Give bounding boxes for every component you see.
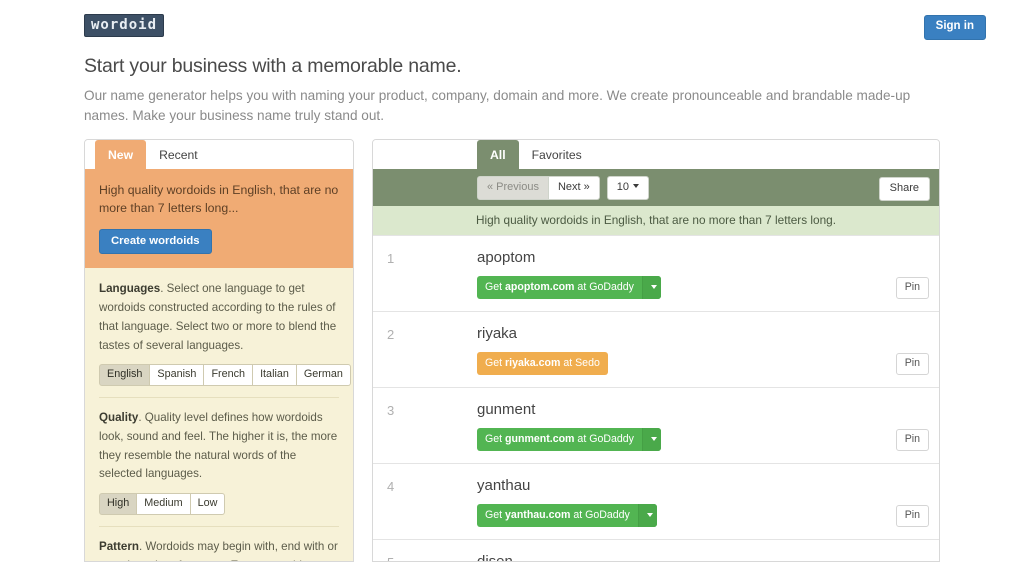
offer-dropdown-toggle[interactable]	[641, 427, 661, 451]
page-subtitle: Our name generator helps you with naming…	[84, 88, 911, 124]
languages-title: Languages	[99, 282, 161, 296]
table-row: 2 riyaka Get riyaka.com at Sedo Pin	[373, 312, 939, 388]
result-word: apoptom	[477, 249, 536, 266]
page-title: Start your business with a memorable nam…	[84, 55, 462, 77]
table-row: 3 gunment Get gunment.com at GoDaddy Pin	[373, 388, 939, 464]
pin-button[interactable]: Pin	[895, 353, 929, 375]
sign-in-button[interactable]: Sign in	[923, 15, 986, 40]
offer-domain: yanthau.com	[505, 508, 571, 521]
quality-option-medium[interactable]: Medium	[137, 493, 191, 516]
offer-suffix: at GoDaddy	[570, 508, 630, 521]
tab-favorites[interactable]: Favorites	[519, 140, 595, 169]
result-number: 5	[373, 553, 477, 561]
pin-button[interactable]: Pin	[895, 429, 929, 451]
offer-dropdown-toggle[interactable]	[641, 275, 661, 299]
hero-section: Start your business with a memorable nam…	[84, 53, 954, 127]
top-bar: wordoid Sign in	[0, 0, 1024, 48]
pin-button[interactable]: Pin	[895, 277, 929, 299]
pagination-group: « Previous Next »	[477, 175, 600, 200]
quality-option-low[interactable]: Low	[190, 493, 226, 516]
result-main: riyaka Get riyaka.com at Sedo	[477, 325, 929, 375]
offer-prefix: Get	[485, 280, 506, 293]
result-main: yanthau Get yanthau.com at GoDaddy	[477, 477, 929, 527]
table-row: 4 yanthau Get yanthau.com at GoDaddy Pin	[373, 464, 939, 540]
wordoid-logo[interactable]: wordoid	[84, 14, 165, 37]
language-option-english[interactable]: English	[99, 364, 151, 387]
settings-tabstrip: New Recent	[85, 140, 353, 169]
results-toolbar: « Previous Next » 10 Share	[373, 169, 939, 206]
domain-offer-label: Get yanthau.com at GoDaddy	[477, 504, 638, 527]
settings-options-block: Languages. Select one language to get wo…	[85, 268, 353, 561]
result-number: 1	[387, 251, 395, 266]
results-panel: All Favorites « Previous Next » 10 Share…	[372, 139, 940, 562]
chevron-down-icon	[633, 184, 640, 189]
offer-suffix: at GoDaddy	[574, 280, 634, 293]
quality-description: Quality. Quality level defines how wordo…	[99, 409, 339, 484]
tab-all[interactable]: All	[477, 140, 519, 169]
offer-suffix: at Sedo	[560, 356, 600, 369]
logo-text: wordoid	[91, 17, 158, 33]
section-quality: Quality. Quality level defines how wordo…	[99, 397, 339, 526]
per-page-dropdown[interactable]: 10	[606, 175, 650, 200]
offer-prefix: Get	[485, 432, 506, 445]
settings-summary-block: High quality wordoids in English, that a…	[85, 169, 353, 269]
pattern-title: Pattern	[99, 540, 139, 554]
settings-panel: New Recent High quality wordoids in Engl…	[84, 139, 354, 562]
chevron-down-icon	[650, 436, 657, 441]
domain-offer-label: Get riyaka.com at Sedo	[477, 352, 608, 375]
domain-offer-button[interactable]: Get yanthau.com at GoDaddy	[477, 503, 657, 527]
result-number: 4	[387, 478, 395, 494]
previous-page-button[interactable]: « Previous	[477, 175, 549, 200]
per-page-value: 10	[616, 180, 630, 193]
results-banner: High quality wordoids in English, that a…	[373, 206, 939, 236]
share-button[interactable]: Share	[878, 177, 930, 201]
result-number: 2	[387, 326, 395, 342]
page-root: wordoid Sign in Start your business with…	[0, 0, 1024, 562]
result-word: riyaka	[477, 324, 518, 342]
chevron-down-icon	[646, 512, 653, 517]
language-option-italian[interactable]: Italian	[253, 364, 297, 387]
result-word: gunment	[477, 400, 536, 418]
result-word: disen	[477, 552, 513, 562]
table-row: 1 apoptom Get apoptom.com at GoDaddy Pin	[373, 236, 939, 312]
domain-offer-button[interactable]: Get apoptom.com at GoDaddy	[477, 275, 661, 299]
quality-title: Quality	[99, 411, 139, 425]
table-row: 5 disen Get disen.com at Sedo Pin	[373, 540, 939, 562]
domain-offer-button[interactable]: Get riyaka.com at Sedo	[477, 351, 608, 375]
quality-option-high[interactable]: High	[99, 493, 138, 516]
quality-button-group: High Medium Low	[99, 493, 226, 516]
settings-summary-text: High quality wordoids in English, that a…	[99, 183, 339, 216]
language-option-german[interactable]: German	[296, 364, 351, 387]
offer-domain: riyaka.com	[505, 356, 561, 369]
pin-button[interactable]: Pin	[895, 505, 929, 527]
result-main: apoptom Get apoptom.com at GoDaddy	[477, 249, 929, 299]
offer-dropdown-toggle[interactable]	[637, 503, 657, 527]
result-number: 3	[387, 402, 395, 418]
result-main: gunment Get gunment.com at GoDaddy	[477, 401, 929, 451]
offer-prefix: Get	[485, 356, 506, 369]
results-tabstrip: All Favorites	[373, 140, 939, 169]
domain-offer-button[interactable]: Get gunment.com at GoDaddy	[477, 427, 661, 451]
offer-prefix: Get	[485, 508, 506, 521]
domain-offer-label: Get gunment.com at GoDaddy	[477, 428, 642, 451]
language-option-french[interactable]: French	[204, 364, 254, 387]
result-main: disen Get disen.com at Sedo	[477, 552, 929, 562]
section-pattern: Pattern. Wordoids may begin with, end wi…	[99, 526, 339, 561]
section-languages: Languages. Select one language to get wo…	[99, 280, 351, 397]
tab-new[interactable]: New	[95, 140, 147, 169]
result-word: yanthau	[477, 476, 531, 494]
domain-offer-label: Get apoptom.com at GoDaddy	[477, 276, 642, 299]
offer-domain: apoptom.com	[505, 280, 575, 293]
languages-description: Languages. Select one language to get wo…	[99, 280, 339, 355]
tab-recent[interactable]: Recent	[146, 140, 211, 169]
chevron-down-icon	[650, 284, 657, 289]
offer-domain: gunment.com	[505, 432, 575, 445]
language-option-spanish[interactable]: Spanish	[150, 364, 205, 387]
pattern-description: Pattern. Wordoids may begin with, end wi…	[99, 538, 339, 561]
results-list: 1 apoptom Get apoptom.com at GoDaddy Pin…	[373, 236, 939, 562]
create-wordoids-button[interactable]: Create wordoids	[99, 228, 212, 255]
next-page-button[interactable]: Next »	[548, 175, 600, 200]
languages-button-group: English Spanish French Italian German	[99, 364, 351, 387]
offer-suffix: at GoDaddy	[574, 432, 634, 445]
